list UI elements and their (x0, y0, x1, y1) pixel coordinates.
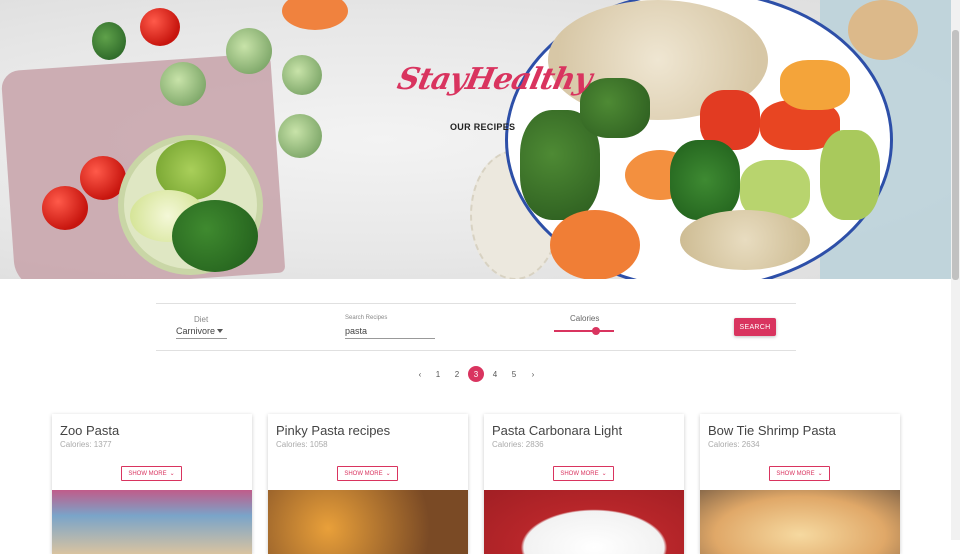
tomato (42, 186, 88, 230)
page-3-current[interactable]: 3 (468, 366, 484, 382)
search-label: Search Recipes (345, 315, 388, 321)
ginger (848, 0, 918, 60)
recipe-image[interactable] (268, 490, 468, 554)
show-more-button[interactable]: SHOW MORE ⌄ (769, 466, 830, 481)
scroll-thumb[interactable] (952, 30, 959, 280)
chevron-down-icon: ⌄ (601, 471, 607, 477)
nav-our-recipes[interactable]: OUR RECIPES (450, 122, 515, 132)
recipe-calories: Calories: 1377 (60, 440, 112, 449)
show-more-label: SHOW MORE (128, 470, 167, 477)
page-4[interactable]: 4 (487, 366, 503, 382)
chevron-down-icon: ⌄ (817, 471, 823, 477)
zucchini (820, 130, 880, 220)
carrot (550, 210, 640, 279)
search-underline (345, 338, 435, 339)
page-scrollbar[interactable] (951, 0, 960, 540)
parsley (670, 140, 740, 220)
filter-bar (156, 303, 796, 351)
page-2[interactable]: 2 (449, 366, 465, 382)
quinoa (680, 210, 810, 270)
pepper (92, 22, 126, 60)
diet-label: Diet (194, 315, 209, 324)
calories-slider-thumb[interactable] (592, 327, 600, 335)
recipe-image[interactable] (700, 490, 900, 554)
search-button[interactable]: SEARCH (734, 318, 776, 336)
page-1[interactable]: 1 (430, 366, 446, 382)
recipe-card[interactable]: Zoo Pasta Calories: 1377 SHOW MORE ⌄ (52, 414, 252, 554)
diet-select[interactable]: Carnivore (176, 326, 215, 336)
show-more-button[interactable]: SHOW MORE ⌄ (337, 466, 398, 481)
recipe-card[interactable]: Pasta Carbonara Light Calories: 2836 SHO… (484, 414, 684, 554)
recipe-card[interactable]: Pinky Pasta recipes Calories: 1058 SHOW … (268, 414, 468, 554)
brussels-sprout (160, 62, 206, 106)
recipe-calories: Calories: 1058 (276, 440, 328, 449)
brussels-sprout (282, 55, 322, 95)
parsley (172, 200, 258, 272)
yellow-pepper (780, 60, 850, 110)
show-more-button[interactable]: SHOW MORE ⌄ (121, 466, 182, 481)
show-more-label: SHOW MORE (560, 470, 599, 477)
tomato (140, 8, 180, 46)
brussels-sprout (278, 114, 322, 158)
recipe-card[interactable]: Bow Tie Shrimp Pasta Calories: 2634 SHOW… (700, 414, 900, 554)
recipe-image[interactable] (484, 490, 684, 554)
chevron-down-icon[interactable] (217, 329, 223, 333)
calories-slider[interactable] (554, 330, 614, 332)
brussels-sprout (226, 28, 272, 74)
diet-underline (176, 338, 227, 339)
carrot (282, 0, 348, 30)
show-more-label: SHOW MORE (344, 470, 383, 477)
search-input[interactable]: pasta (345, 326, 367, 336)
recipe-calories: Calories: 2634 (708, 440, 760, 449)
calories-label: Calories (570, 314, 600, 323)
recipe-title[interactable]: Bow Tie Shrimp Pasta (708, 423, 836, 438)
next-page-icon[interactable]: › (525, 366, 541, 382)
hero-banner: StayHealthy OUR RECIPES (0, 0, 951, 279)
show-more-label: SHOW MORE (776, 470, 815, 477)
show-more-button[interactable]: SHOW MORE ⌄ (553, 466, 614, 481)
brand-logo[interactable]: StayHealthy (394, 62, 594, 97)
chevron-down-icon: ⌄ (385, 471, 391, 477)
page-5[interactable]: 5 (506, 366, 522, 382)
recipe-image[interactable] (52, 490, 252, 554)
recipe-title[interactable]: Pasta Carbonara Light (492, 423, 622, 438)
broccoli (580, 78, 650, 138)
chevron-down-icon: ⌄ (169, 471, 175, 477)
prev-page-icon[interactable]: ‹ (412, 366, 428, 382)
recipe-calories: Calories: 2836 (492, 440, 544, 449)
recipe-title[interactable]: Zoo Pasta (60, 423, 119, 438)
recipe-title[interactable]: Pinky Pasta recipes (276, 423, 390, 438)
